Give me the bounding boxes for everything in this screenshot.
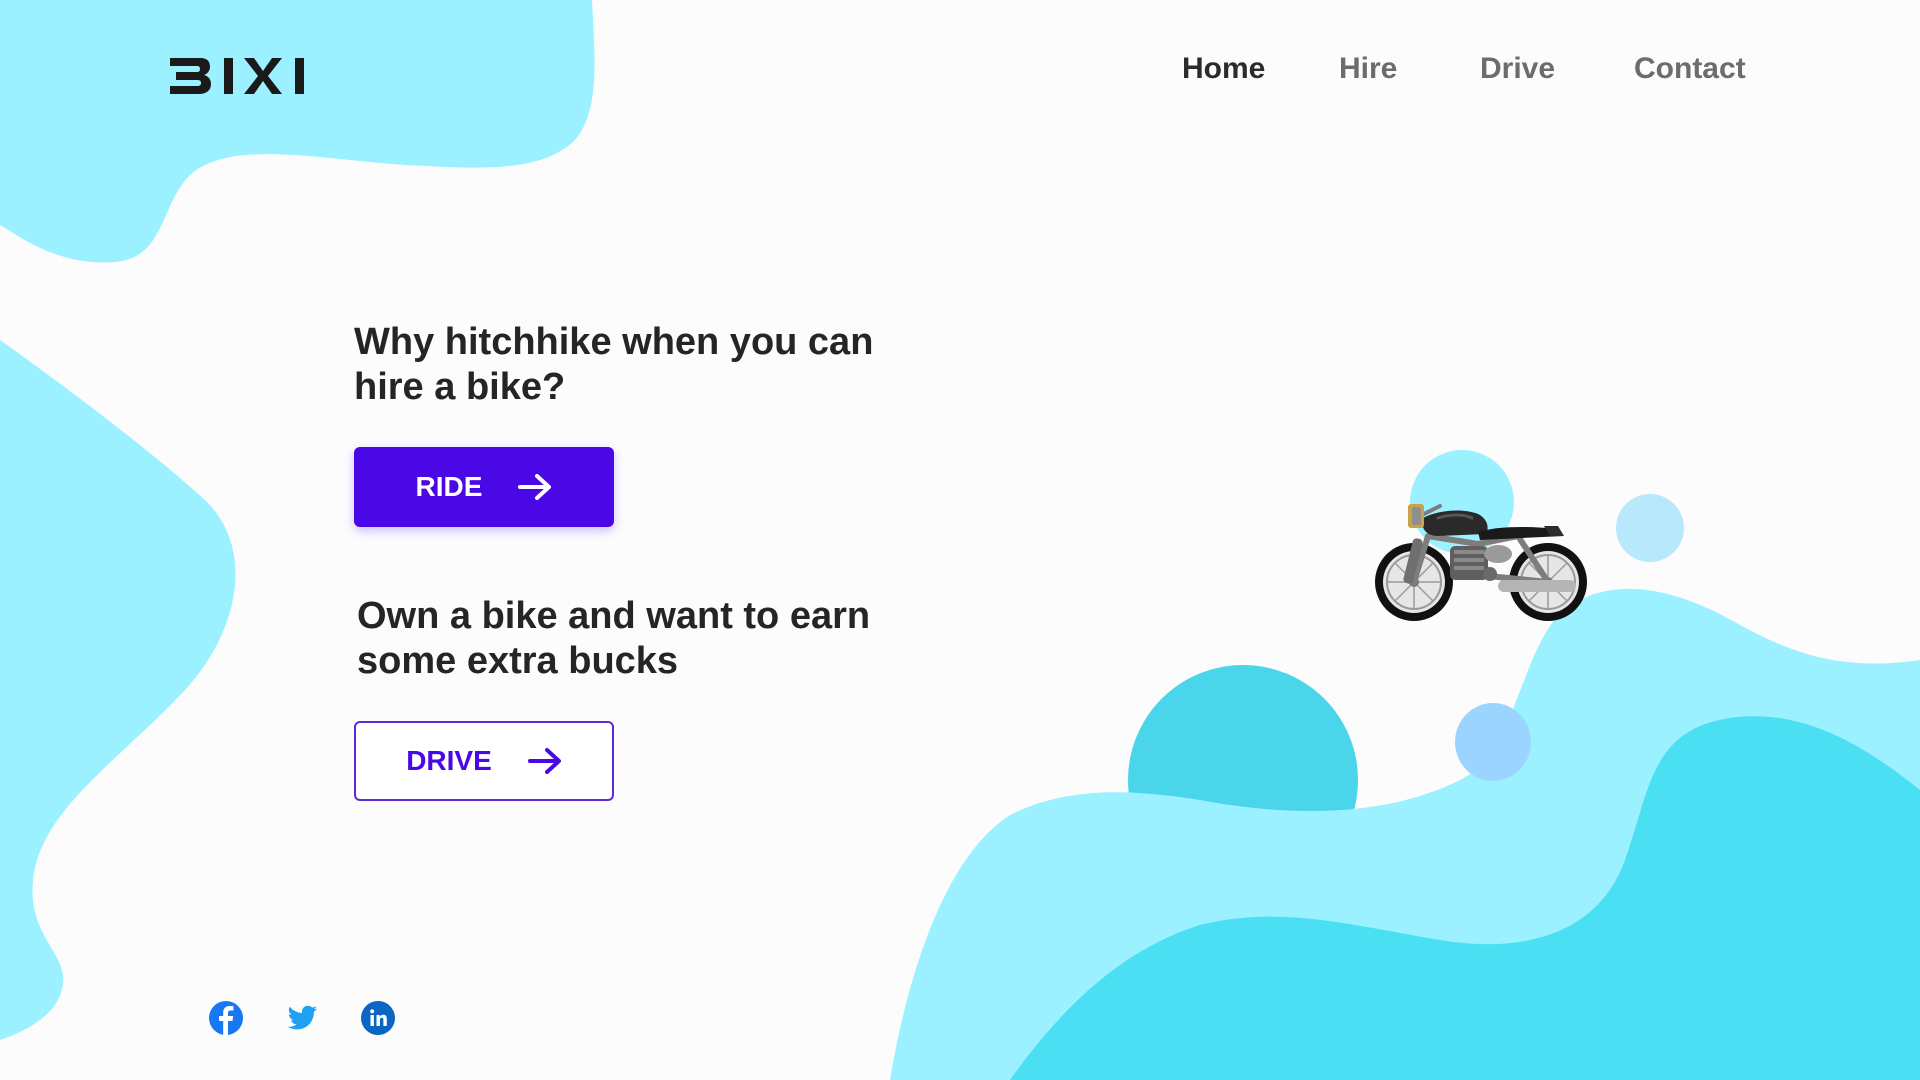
linkedin-icon[interactable] (360, 1000, 396, 1036)
twitter-icon[interactable] (284, 1000, 320, 1036)
left-side-blob (0, 340, 236, 1040)
bubble-small (1616, 494, 1684, 562)
arrow-right-icon (518, 474, 552, 500)
drive-button-label: DRIVE (406, 745, 492, 776)
bixi-logo[interactable] (170, 58, 315, 94)
nav-contact[interactable]: Contact (1634, 52, 1746, 86)
ride-button-label: RIDE (415, 471, 483, 502)
hire-headline: Why hitchhike when you can hire a bike? (354, 321, 874, 408)
ride-button[interactable]: RIDE (354, 447, 614, 527)
nav-hire[interactable]: Hire (1339, 52, 1397, 86)
arrow-right-icon (527, 748, 561, 774)
nav-drive[interactable]: Drive (1480, 52, 1555, 86)
earn-headline: Own a bike and want to earn some extra b… (357, 595, 871, 682)
facebook-icon[interactable] (208, 1000, 244, 1036)
drive-button[interactable]: DRIVE (354, 721, 614, 801)
top-left-blob (0, 0, 595, 263)
background-waves (0, 0, 1920, 1080)
bubble-low (1455, 703, 1531, 781)
motorcycle-icon (1375, 504, 1587, 621)
nav-home[interactable]: Home (1182, 52, 1265, 86)
